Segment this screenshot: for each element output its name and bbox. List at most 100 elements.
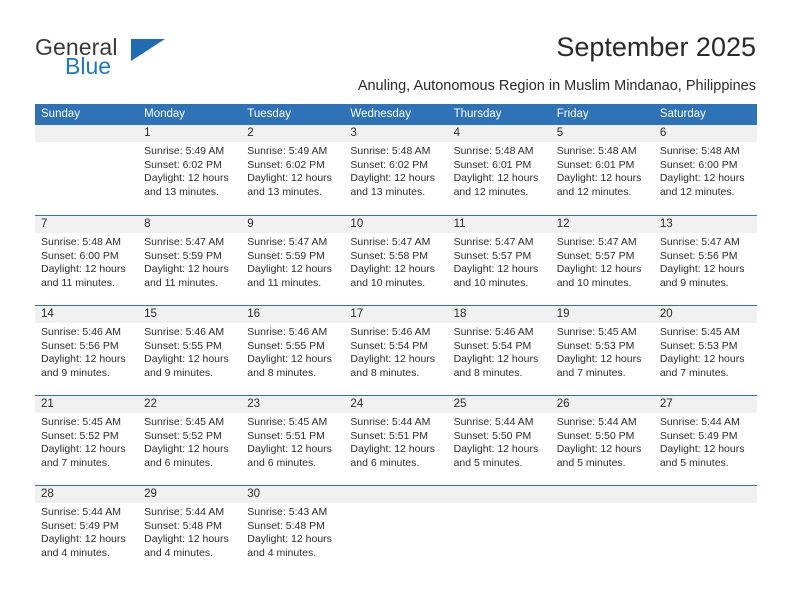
- sun-info: Sunrise: 5:47 AM Sunset: 5:58 PM Daylight:…: [350, 236, 441, 290]
- day-number: 7: [41, 218, 48, 230]
- calendar-day-cell[interactable]: 18 Sunrise: 5:46 AM Sunset: 5:54 PM Dayligh…: [448, 306, 551, 395]
- sunset-text: Sunset: 5:54 PM: [350, 339, 429, 352]
- day-number: 10: [350, 218, 364, 230]
- calendar-day-cell[interactable]: 30 Sunrise: 5:43 AM Sunset: 5:48 PM Dayligh…: [241, 486, 344, 575]
- calendar-day-cell[interactable]: 24 Sunrise: 5:44 AM Sunset: 5:51 PM Dayligh…: [344, 396, 447, 485]
- calendar-day-cell[interactable]: 26 Sunrise: 5:44 AM Sunset: 5:50 PM Dayligh…: [551, 396, 654, 485]
- sun-info: Sunrise: 5:48 AM Sunset: 6:02 PM Daylight:…: [350, 145, 441, 199]
- sun-info: Sunrise: 5:46 AM Sunset: 5:55 PM Daylight:…: [247, 326, 338, 380]
- calendar-day-cell[interactable]: 21 Sunrise: 5:45 AM Sunset: 5:52 PM Dayligh…: [35, 396, 138, 485]
- daylight-text-line1: Daylight: 12 hours: [453, 443, 539, 456]
- calendar-day-cell[interactable]: 5 Sunrise: 5:48 AM Sunset: 6:01 PM Daylight…: [551, 125, 654, 215]
- calendar-day-cell[interactable]: 8 Sunrise: 5:47 AM Sunset: 5:59 PM Daylight…: [138, 216, 241, 305]
- sun-info: Sunrise: 5:45 AM Sunset: 5:52 PM Daylight:…: [144, 416, 235, 470]
- calendar-day-cell[interactable]: 9 Sunrise: 5:47 AM Sunset: 5:59 PM Daylight…: [241, 216, 344, 305]
- calendar-day-cell[interactable]: 1 Sunrise: 5:49 AM Sunset: 6:02 PM Daylight…: [138, 125, 241, 215]
- calendar-day-cell[interactable]: 27 Sunrise: 5:44 AM Sunset: 5:49 PM Dayligh…: [654, 396, 757, 485]
- sunrise-text: Sunrise: 5:47 AM: [350, 236, 431, 248]
- calendar-day-cell[interactable]: 12 Sunrise: 5:47 AM Sunset: 5:57 PM Dayligh…: [551, 216, 654, 305]
- daylight-text-line2: and 8 minutes.: [247, 366, 317, 379]
- daylight-text-line2: and 7 minutes.: [556, 366, 626, 379]
- calendar-day-cell[interactable]: 15 Sunrise: 5:46 AM Sunset: 5:55 PM Dayligh…: [138, 306, 241, 395]
- sunset-text: Sunset: 5:55 PM: [144, 339, 222, 352]
- day-number: 17: [350, 308, 364, 320]
- sunset-text: Sunset: 6:02 PM: [144, 158, 222, 171]
- day-number: 29: [144, 488, 157, 500]
- sunset-text: Sunset: 5:52 PM: [144, 429, 222, 442]
- sunset-text: Sunset: 6:01 PM: [556, 158, 635, 171]
- weekday-header-wednesday: Wednesday: [350, 108, 411, 120]
- calendar-day-cell[interactable]: 16 Sunrise: 5:46 AM Sunset: 5:55 PM Dayligh…: [241, 306, 344, 395]
- sun-info: Sunrise: 5:48 AM Sunset: 6:00 PM Daylight:…: [41, 236, 132, 290]
- daylight-text-line2: and 4 minutes.: [144, 546, 214, 559]
- calendar-day-cell[interactable]: 13 Sunrise: 5:47 AM Sunset: 5:56 PM Dayligh…: [654, 216, 757, 305]
- calendar-page: General Blue September 2025 Anuling, Aut…: [0, 0, 792, 612]
- daylight-text-line1: Daylight: 12 hours: [350, 172, 436, 185]
- calendar-day-cell[interactable]: 10 Sunrise: 5:47 AM Sunset: 5:58 PM Dayligh…: [344, 216, 447, 305]
- calendar-day-cell[interactable]: 23 Sunrise: 5:45 AM Sunset: 5:51 PM Dayligh…: [241, 396, 344, 485]
- day-number: 21: [41, 398, 54, 410]
- sun-info: Sunrise: 5:46 AM Sunset: 5:54 PM Daylight:…: [454, 326, 545, 380]
- sunset-text: Sunset: 5:54 PM: [453, 339, 532, 352]
- calendar-day-cell[interactable]: 4 Sunrise: 5:48 AM Sunset: 6:01 PM Daylight…: [448, 125, 551, 215]
- sunset-text: Sunset: 5:50 PM: [556, 429, 635, 442]
- sun-info: Sunrise: 5:45 AM Sunset: 5:52 PM Daylight:…: [41, 416, 132, 470]
- daylight-text-line2: and 9 minutes.: [144, 366, 214, 379]
- sun-info: Sunrise: 5:48 AM Sunset: 6:01 PM Daylight:…: [454, 145, 545, 199]
- sunrise-text: Sunrise: 5:44 AM: [144, 506, 225, 518]
- day-number: 18: [453, 308, 467, 320]
- sunrise-text: Sunrise: 5:46 AM: [41, 326, 121, 338]
- day-number: 23: [247, 398, 261, 410]
- daylight-text-line1: Daylight: 12 hours: [41, 353, 126, 366]
- daylight-text-line2: and 6 minutes.: [247, 456, 317, 469]
- sun-info: Sunrise: 5:44 AM Sunset: 5:49 PM Daylight:…: [660, 416, 751, 470]
- calendar-week-row: 1 Sunrise: 5:49 AM Sunset: 6:02 PM Daylight…: [35, 125, 757, 215]
- calendar-day-cell[interactable]: 28 Sunrise: 5:44 AM Sunset: 5:49 PM Dayligh…: [35, 486, 138, 575]
- day-number: 20: [659, 308, 673, 320]
- day-number: 26: [556, 398, 570, 410]
- sunrise-text: Sunrise: 5:47 AM: [556, 236, 637, 248]
- sunrise-text: Sunrise: 5:44 AM: [350, 416, 431, 428]
- daylight-text-line1: Daylight: 12 hours: [556, 443, 642, 456]
- sun-info: Sunrise: 5:47 AM Sunset: 5:57 PM Daylight:…: [454, 236, 545, 290]
- weekday-header-sunday: Sunday: [41, 108, 81, 120]
- calendar-day-cell[interactable]: 3 Sunrise: 5:48 AM Sunset: 6:02 PM Daylight…: [344, 125, 447, 215]
- daylight-text-line2: and 11 minutes.: [247, 276, 322, 289]
- daylight-text-line2: and 5 minutes.: [453, 456, 523, 469]
- sunset-text: Sunset: 5:59 PM: [247, 249, 325, 262]
- sun-info: Sunrise: 5:48 AM Sunset: 6:00 PM Daylight:…: [660, 145, 751, 199]
- calendar-day-cell[interactable]: 17 Sunrise: 5:46 AM Sunset: 5:54 PM Dayligh…: [344, 306, 447, 395]
- day-number: 5: [556, 127, 564, 139]
- daylight-text-line2: and 8 minutes.: [350, 366, 420, 379]
- calendar-day-cell[interactable]: 22 Sunrise: 5:45 AM Sunset: 5:52 PM Dayligh…: [138, 396, 241, 485]
- sunset-text: Sunset: 6:00 PM: [41, 249, 119, 262]
- calendar-day-cell[interactable]: 20 Sunrise: 5:45 AM Sunset: 5:53 PM Dayligh…: [654, 306, 757, 395]
- daylight-text-line1: Daylight: 12 hours: [659, 172, 745, 185]
- calendar-day-cell[interactable]: 25 Sunrise: 5:44 AM Sunset: 5:50 PM Dayligh…: [448, 396, 551, 485]
- sunrise-text: Sunrise: 5:46 AM: [453, 326, 534, 338]
- calendar-day-cell[interactable]: 19 Sunrise: 5:45 AM Sunset: 5:53 PM Dayligh…: [551, 306, 654, 395]
- calendar-weeks: 1 Sunrise: 5:49 AM Sunset: 6:02 PM Daylight…: [35, 125, 757, 575]
- calendar-day-cell[interactable]: 14 Sunrise: 5:46 AM Sunset: 5:56 PM Dayligh…: [35, 306, 138, 395]
- calendar-day-cell[interactable]: 7 Sunrise: 5:48 AM Sunset: 6:00 PM Daylight…: [35, 216, 138, 305]
- calendar-day-cell[interactable]: 6 Sunrise: 5:48 AM Sunset: 6:00 PM Daylight…: [654, 125, 757, 215]
- sunset-text: Sunset: 5:49 PM: [659, 429, 738, 442]
- day-number: 16: [247, 308, 261, 320]
- daylight-text-line2: and 13 minutes.: [350, 185, 426, 198]
- sun-info: Sunrise: 5:48 AM Sunset: 6:01 PM Daylight:…: [557, 145, 648, 199]
- sun-info: Sunrise: 5:45 AM Sunset: 5:51 PM Daylight:…: [247, 416, 338, 470]
- day-number: 14: [41, 308, 54, 320]
- sunrise-text: Sunrise: 5:48 AM: [453, 145, 534, 157]
- sunset-text: Sunset: 5:48 PM: [144, 519, 222, 532]
- day-number: 6: [659, 127, 667, 139]
- calendar-day-cell[interactable]: 11 Sunrise: 5:47 AM Sunset: 5:57 PM Dayligh…: [448, 216, 551, 305]
- sunset-text: Sunset: 5:51 PM: [350, 429, 429, 442]
- calendar-day-cell[interactable]: 2 Sunrise: 5:49 AM Sunset: 6:02 PM Daylight…: [241, 125, 344, 215]
- calendar-day-cell[interactable]: 29 Sunrise: 5:44 AM Sunset: 5:48 PM Dayligh…: [138, 486, 241, 575]
- daylight-text-line2: and 5 minutes.: [659, 456, 729, 469]
- page-title: September 2025: [556, 32, 756, 62]
- sunrise-text: Sunrise: 5:46 AM: [350, 326, 431, 338]
- daylight-text-line2: and 13 minutes.: [144, 185, 219, 198]
- day-number: 30: [247, 488, 261, 500]
- daylight-text-line1: Daylight: 12 hours: [247, 263, 332, 276]
